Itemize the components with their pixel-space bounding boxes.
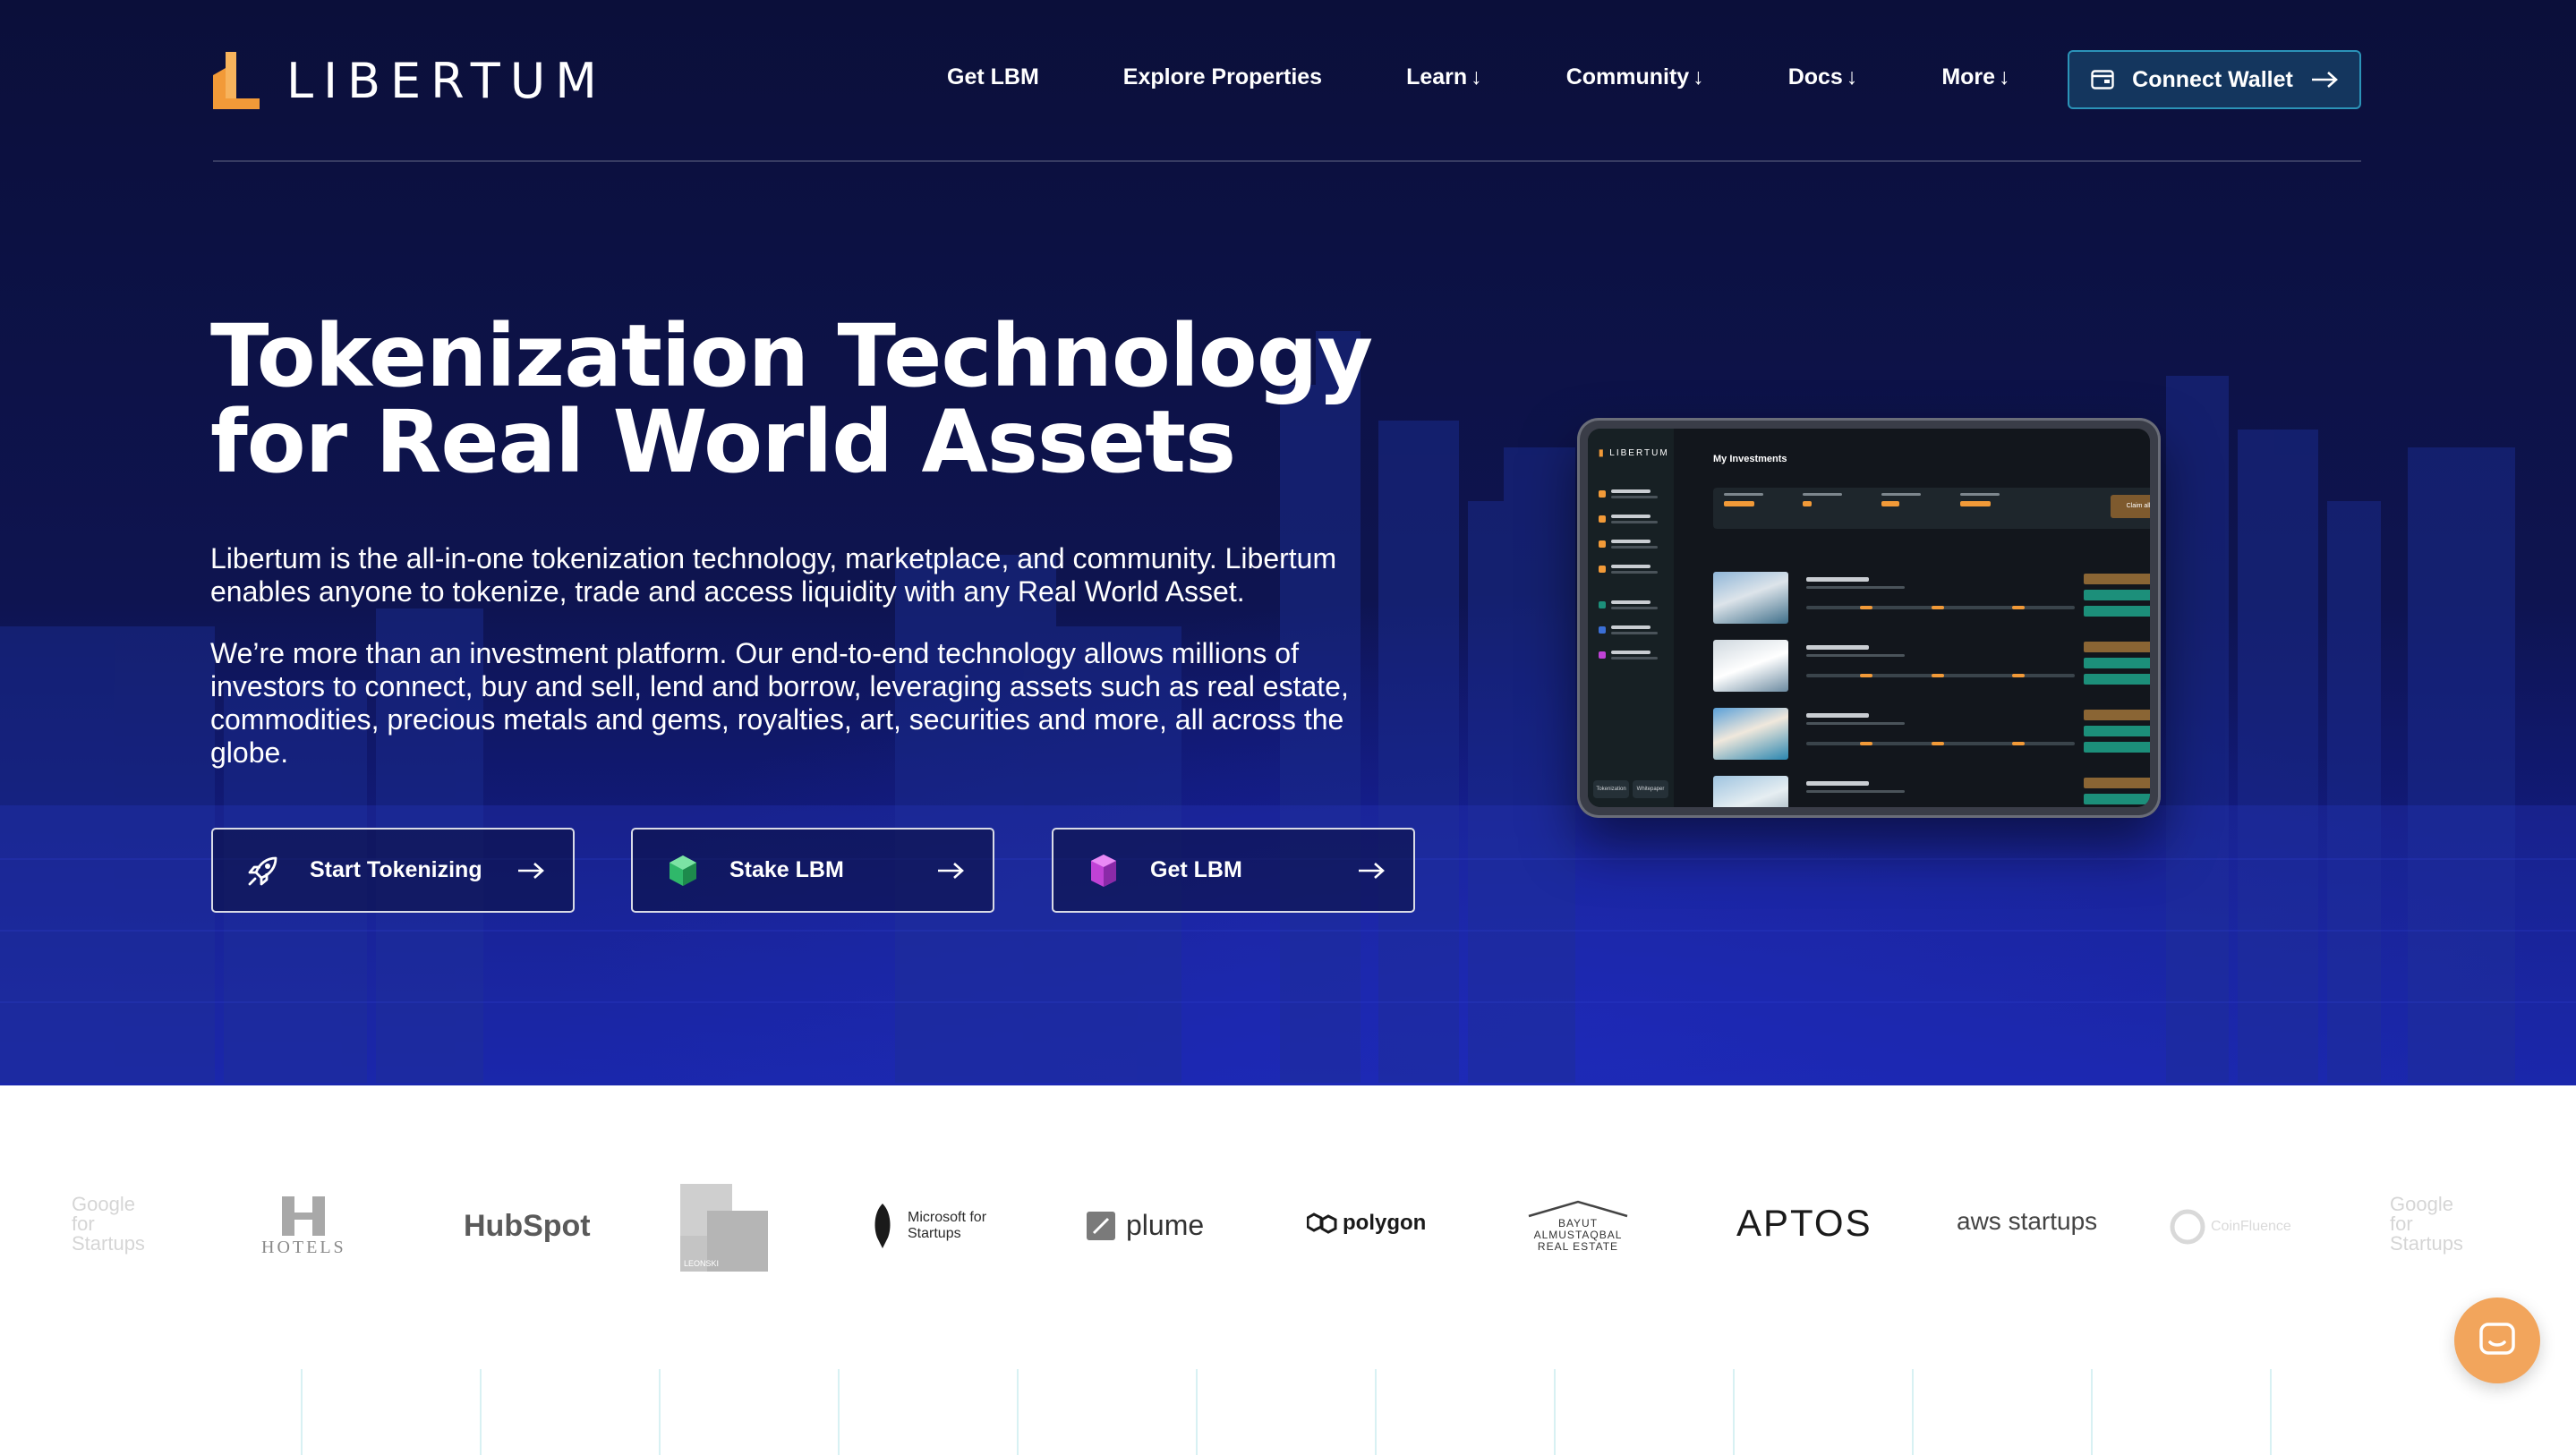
hero-title-line-2: for Real World Assets xyxy=(210,392,1236,492)
partner-logo-aptos: APTOS xyxy=(1736,1202,1872,1245)
partner-name: CoinFluence xyxy=(2211,1219,2291,1234)
chat-bubble-icon xyxy=(2479,1323,2515,1355)
partner-logo-microsoft-for-startups: Microsoft for Startups xyxy=(866,1202,988,1250)
start-tokenizing-label: Start Tokenizing xyxy=(310,857,482,882)
connect-wallet-label: Connect Wallet xyxy=(2132,66,2293,92)
partner-name: HubSpot xyxy=(464,1209,591,1243)
mockup-sidebar-item xyxy=(1599,651,1658,663)
connect-wallet-button[interactable]: Connect Wallet xyxy=(2068,50,2361,109)
start-tokenizing-button[interactable]: Start Tokenizing xyxy=(211,828,575,913)
partner-logo-aws-startups: aws startups xyxy=(1957,1207,2097,1236)
arrow-right-icon xyxy=(518,862,544,879)
partner-name: Microsoft for Startups xyxy=(908,1210,987,1241)
nav-docs-label: Docs xyxy=(1787,64,1843,89)
brand-logo[interactable]: LIBERTUM xyxy=(213,52,607,109)
mockup-sidebar-item xyxy=(1599,540,1658,552)
arrow-down-icon: ↓ xyxy=(1999,64,2010,89)
nav-explore-properties[interactable]: Explore Properties xyxy=(1123,64,1322,90)
partner-logo-hotels: HOTELS xyxy=(261,1195,346,1258)
rocket-icon xyxy=(874,1204,891,1248)
partner-logo-leonski: LEONSKI xyxy=(680,1184,768,1272)
nav-divider xyxy=(213,160,2361,162)
partner-name: APTOS xyxy=(1736,1202,1872,1244)
dashboard-tablet-mockup: ▮ LIBERTUM Tokenization Whitepaper My In… xyxy=(1577,418,2161,818)
nav-get-lbm[interactable]: Get LBM xyxy=(947,64,1039,90)
rocket-icon xyxy=(248,856,277,885)
partner-logo-google-for-startups: Google for Startups xyxy=(72,1193,145,1255)
nav-more[interactable]: More ↓ xyxy=(1941,64,2009,90)
mockup-sidebar-item xyxy=(1599,515,1658,527)
mockup-logo: ▮ LIBERTUM xyxy=(1599,448,1669,458)
nav-learn[interactable]: Learn ↓ xyxy=(1406,64,1482,90)
mockup-sidebar-item xyxy=(1599,600,1658,613)
get-lbm-button[interactable]: Get LBM xyxy=(1052,828,1415,913)
partner-logo-hubspot: HubSpot xyxy=(464,1209,591,1244)
plume-icon xyxy=(1087,1211,1115,1240)
nav-explore-properties-label: Explore Properties xyxy=(1122,64,1323,89)
coinfluence-icon xyxy=(2170,1209,2205,1245)
mockup-sidebar-item xyxy=(1599,625,1658,638)
partner-logo-plume: plume xyxy=(1087,1209,1204,1242)
nav-more-label: More xyxy=(1941,64,1996,89)
partner-logo-google-for-startups-2: Google for Startups xyxy=(2390,1193,2463,1255)
nav-community-label: Community xyxy=(1565,64,1690,89)
nav-community[interactable]: Community ↓ xyxy=(1566,64,1704,90)
bayut-roof-icon xyxy=(1528,1200,1628,1218)
mockup-page-title: My Investments xyxy=(1713,454,1787,464)
arrow-right-icon xyxy=(1359,862,1385,879)
mockup-logo-text: LIBERTUM xyxy=(1609,448,1669,458)
brand-name: LIBERTUM xyxy=(286,52,607,109)
partner-name: polygon xyxy=(1343,1211,1427,1235)
mockup-claim-all-button: Claim all xyxy=(2111,495,2150,518)
hero-paragraph-2: We’re more than an investment platform. … xyxy=(210,637,1349,769)
partner-name: Google for Startups xyxy=(72,1193,145,1255)
arrow-down-icon: ↓ xyxy=(1471,64,1482,89)
mockup-investment-row xyxy=(1713,640,2150,699)
partner-name: BAYUT ALMUSTAQBAL REAL ESTATE xyxy=(1533,1217,1623,1253)
pink-cube-icon xyxy=(1091,854,1116,887)
partner-logo-coinfluence: CoinFluence xyxy=(2170,1209,2291,1245)
nav-docs[interactable]: Docs ↓ xyxy=(1788,64,1858,90)
stake-lbm-button[interactable]: Stake LBM xyxy=(631,828,994,913)
arrow-down-icon: ↓ xyxy=(1846,64,1858,89)
mockup-sidebar-item xyxy=(1599,489,1658,502)
arrow-down-icon: ↓ xyxy=(1693,64,1704,89)
mockup-investment-row xyxy=(1713,572,2150,631)
mockup-investment-row xyxy=(1713,776,2150,807)
mockup-stats-bar xyxy=(1713,488,2150,529)
partner-name: aws startups xyxy=(1957,1207,2098,1235)
partner-logo-bayut: BAYUT ALMUSTAQBAL REAL ESTATE xyxy=(1520,1200,1636,1253)
decorative-grid-lines xyxy=(0,1369,2576,1455)
partner-name: HOTELS xyxy=(261,1238,346,1257)
get-lbm-label: Get LBM xyxy=(1150,857,1242,882)
hotels-h-icon xyxy=(282,1196,326,1236)
tablet-screen: ▮ LIBERTUM Tokenization Whitepaper My In… xyxy=(1588,429,2150,807)
nav-learn-label: Learn xyxy=(1406,64,1468,89)
wallet-icon xyxy=(2091,70,2114,89)
polygon-icon xyxy=(1307,1212,1337,1234)
green-cube-icon xyxy=(670,855,696,886)
hero-paragraph-1: Libertum is the all-in-one tokenization … xyxy=(210,542,1337,608)
mockup-investment-row xyxy=(1713,708,2150,767)
hero-section: LIBERTUM Get LBM Explore Properties Lear… xyxy=(0,0,2576,1085)
mockup-sidebar: ▮ LIBERTUM Tokenization Whitepaper xyxy=(1588,429,1674,807)
chat-launcher-button[interactable] xyxy=(2454,1298,2540,1383)
arrow-right-icon xyxy=(938,862,964,879)
hero-title: Tokenization Technology for Real World A… xyxy=(210,313,1374,485)
partner-name: Google for Startups xyxy=(2390,1193,2463,1255)
partner-logo-polygon: polygon xyxy=(1307,1211,1426,1236)
partner-name: LEONSKI xyxy=(684,1259,720,1268)
stake-lbm-label: Stake LBM xyxy=(729,857,844,882)
main-nav: Get LBM Explore Properties Learn ↓ Commun… xyxy=(947,64,2094,90)
mockup-tab-whitepaper: Whitepaper xyxy=(1633,780,1668,798)
partner-name: plume xyxy=(1126,1209,1205,1241)
mockup-tab-tokenization: Tokenization xyxy=(1593,780,1629,798)
partner-logo-strip: Google for Startups HOTELS HubSpot LEONS… xyxy=(0,1085,2576,1354)
arrow-right-icon xyxy=(2311,72,2338,88)
mockup-sidebar-item xyxy=(1599,565,1658,577)
nav-get-lbm-label: Get LBM xyxy=(947,64,1039,89)
libertum-logo-icon xyxy=(213,52,260,109)
